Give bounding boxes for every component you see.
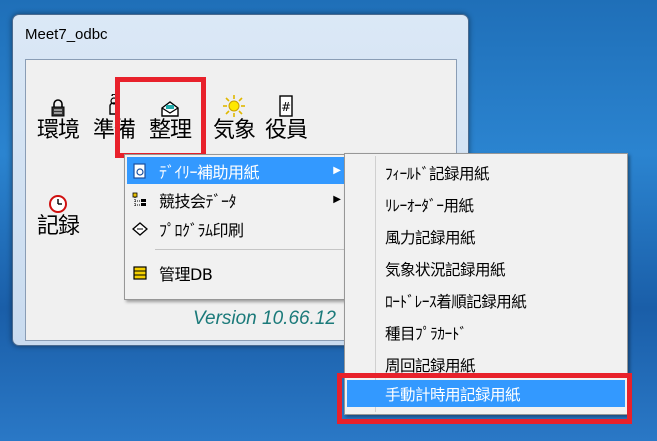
submenu-item-label: ﾛｰﾄﾞﾚｰｽ着順記録用紙 [385, 292, 527, 311]
menu-item-daily-forms[interactable]: ﾃﾞｲﾘｰ補助用紙 ▶ [127, 157, 349, 184]
submenu-item-relay-order[interactable]: ﾘﾚｰｵｰﾀﾞｰ用紙 [347, 191, 625, 218]
database-icon [127, 265, 153, 281]
submenu-item-weather-record[interactable]: 気象状況記録用紙 [347, 255, 625, 282]
version-text: Version 10.66.12 [193, 308, 336, 329]
menu-item-label: 競技会ﾃﾞｰﾀ [159, 191, 237, 211]
annotation-highlight-prepare [115, 77, 206, 158]
submenu-item-label: ﾌｨｰﾙﾄﾞ記録用紙 [385, 164, 490, 183]
officials-button[interactable]: # 役員 [258, 92, 314, 154]
menu-item-print-program[interactable]: ﾌﾟﾛｸﾞﾗﾑ印刷 [127, 215, 349, 242]
submenu-item-road-race-order[interactable]: ﾛｰﾄﾞﾚｰｽ着順記録用紙 [347, 287, 625, 314]
submenu-item-event-placard[interactable]: 種目ﾌﾟﾗｶｰﾄﾞ [347, 319, 625, 346]
submenu-item-label: 気象状況記録用紙 [385, 260, 506, 279]
window-title: Meet7_odbc [25, 26, 108, 43]
roster-icon: # [277, 92, 295, 118]
submenu-arrow-icon: ▶ [333, 165, 341, 176]
svg-text:#: # [281, 100, 291, 114]
menu-item-label: ﾃﾞｲﾘｰ補助用紙 [159, 162, 260, 182]
prepare-dropdown-menu: ﾃﾞｲﾘｰ補助用紙 ▶ 競技会ﾃﾞｰﾀ ▶ ﾌﾟﾛｸﾞﾗﾑ印刷 管理DB [124, 154, 352, 300]
sun-icon [222, 92, 246, 118]
submenu-item-wind-record[interactable]: 風力記録用紙 [347, 223, 625, 250]
print-diamond-icon [127, 221, 153, 236]
menu-item-competition-data[interactable]: 競技会ﾃﾞｰﾀ ▶ [127, 186, 349, 213]
weather-label: 気象 [212, 118, 256, 143]
lock-icon [50, 92, 66, 118]
submenu-arrow-icon: ▶ [333, 194, 341, 205]
menu-item-management-db[interactable]: 管理DB [127, 259, 349, 286]
record-label: 記録 [36, 214, 80, 239]
menu-item-label: ﾌﾟﾛｸﾞﾗﾑ印刷 [159, 220, 244, 240]
document-icon [127, 162, 153, 179]
submenu-item-label: ﾘﾚｰｵｰﾀﾞｰ用紙 [385, 196, 474, 215]
title-bar[interactable]: Meet7_odbc [13, 15, 468, 51]
submenu-item-label: 種目ﾌﾟﾗｶｰﾄﾞ [385, 324, 467, 343]
weather-button[interactable]: 気象 [206, 92, 262, 154]
submenu-item-field-record[interactable]: ﾌｨｰﾙﾄﾞ記録用紙 [347, 159, 625, 186]
submenu-item-label: 風力記録用紙 [385, 228, 476, 247]
env-label: 環境 [36, 118, 80, 143]
tree-icon [127, 192, 153, 208]
record-button[interactable]: 記録 [30, 188, 86, 250]
menu-separator [155, 249, 347, 250]
menu-item-label: 管理DB [159, 264, 213, 284]
officials-label: 役員 [264, 118, 308, 143]
clock-icon [48, 188, 68, 214]
annotation-highlight-manual-timing [337, 373, 632, 424]
env-button[interactable]: 環境 [30, 92, 86, 154]
